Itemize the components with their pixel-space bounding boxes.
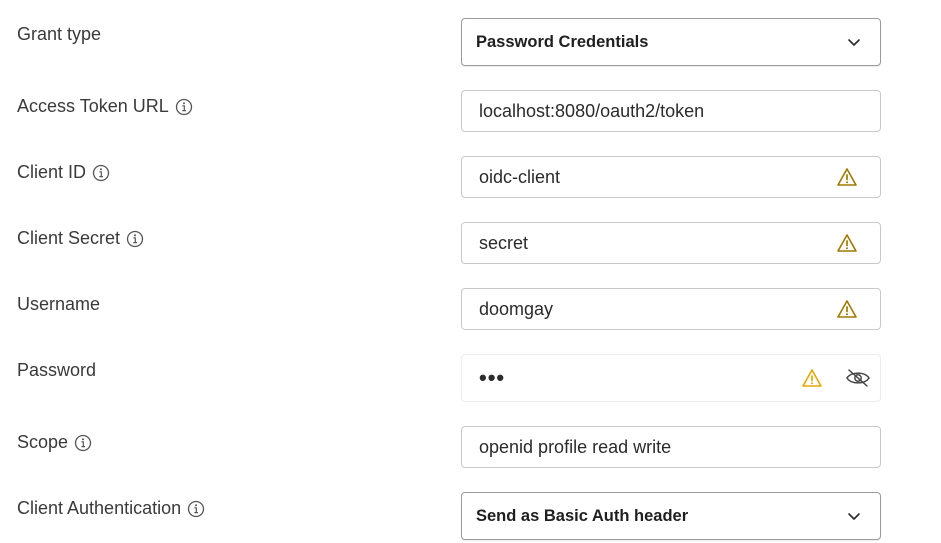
password-label: Password — [17, 360, 96, 381]
username-value: doomgay — [479, 298, 554, 319]
warning-triangle-icon[interactable] — [836, 298, 858, 320]
chevron-down-icon — [848, 39, 860, 46]
access-token-url-label: Access Token URL — [17, 96, 193, 117]
scope-label-text: Scope — [17, 432, 69, 452]
client-id-label-text: Client ID — [17, 162, 87, 182]
username-label: Username — [17, 294, 100, 315]
scope-value: openid profile read write — [479, 436, 672, 457]
access-token-url-label-text: Access Token URL — [17, 96, 169, 116]
warning-triangle-icon[interactable] — [801, 367, 823, 389]
grant-type-label-text: Grant type — [17, 24, 102, 44]
client-secret-label: Client Secret — [17, 228, 144, 249]
client-authentication-label: Client Authentication — [17, 498, 205, 519]
access-token-url-input[interactable]: localhost:8080/oauth2/token — [461, 90, 881, 132]
info-circle-icon[interactable] — [92, 164, 110, 182]
scope-input[interactable]: openid profile read write — [461, 426, 881, 468]
grant-type-label: Grant type — [17, 24, 101, 45]
eye-slash-icon[interactable] — [845, 367, 871, 389]
client-secret-label-text: Client Secret — [17, 228, 121, 248]
client-id-value: oidc-client — [479, 166, 561, 187]
username-label-text: Username — [17, 294, 101, 314]
client-authentication-value: Send as Basic Auth header — [476, 506, 689, 525]
client-id-label: Client ID — [17, 162, 110, 183]
info-circle-icon[interactable] — [187, 500, 205, 518]
client-id-input[interactable]: oidc-client — [461, 156, 881, 198]
info-circle-icon[interactable] — [175, 98, 193, 116]
client-authentication-label-text: Client Authentication — [17, 498, 182, 518]
password-label-text: Password — [17, 360, 97, 380]
warning-triangle-icon[interactable] — [836, 166, 858, 188]
client-secret-value: secret — [479, 232, 529, 253]
grant-type-select[interactable]: Password Credentials — [461, 18, 881, 66]
scope-label: Scope — [17, 432, 92, 453]
info-circle-icon[interactable] — [126, 230, 144, 248]
client-authentication-select[interactable]: Send as Basic Auth header — [461, 492, 881, 540]
chevron-down-icon — [848, 513, 860, 520]
client-secret-input[interactable]: secret — [461, 222, 881, 264]
username-input[interactable]: doomgay — [461, 288, 881, 330]
warning-triangle-icon[interactable] — [836, 232, 858, 254]
password-input[interactable]: ••• — [461, 354, 881, 402]
access-token-url-value: localhost:8080/oauth2/token — [479, 100, 705, 121]
info-circle-icon[interactable] — [74, 434, 92, 452]
grant-type-value: Password Credentials — [476, 32, 649, 51]
